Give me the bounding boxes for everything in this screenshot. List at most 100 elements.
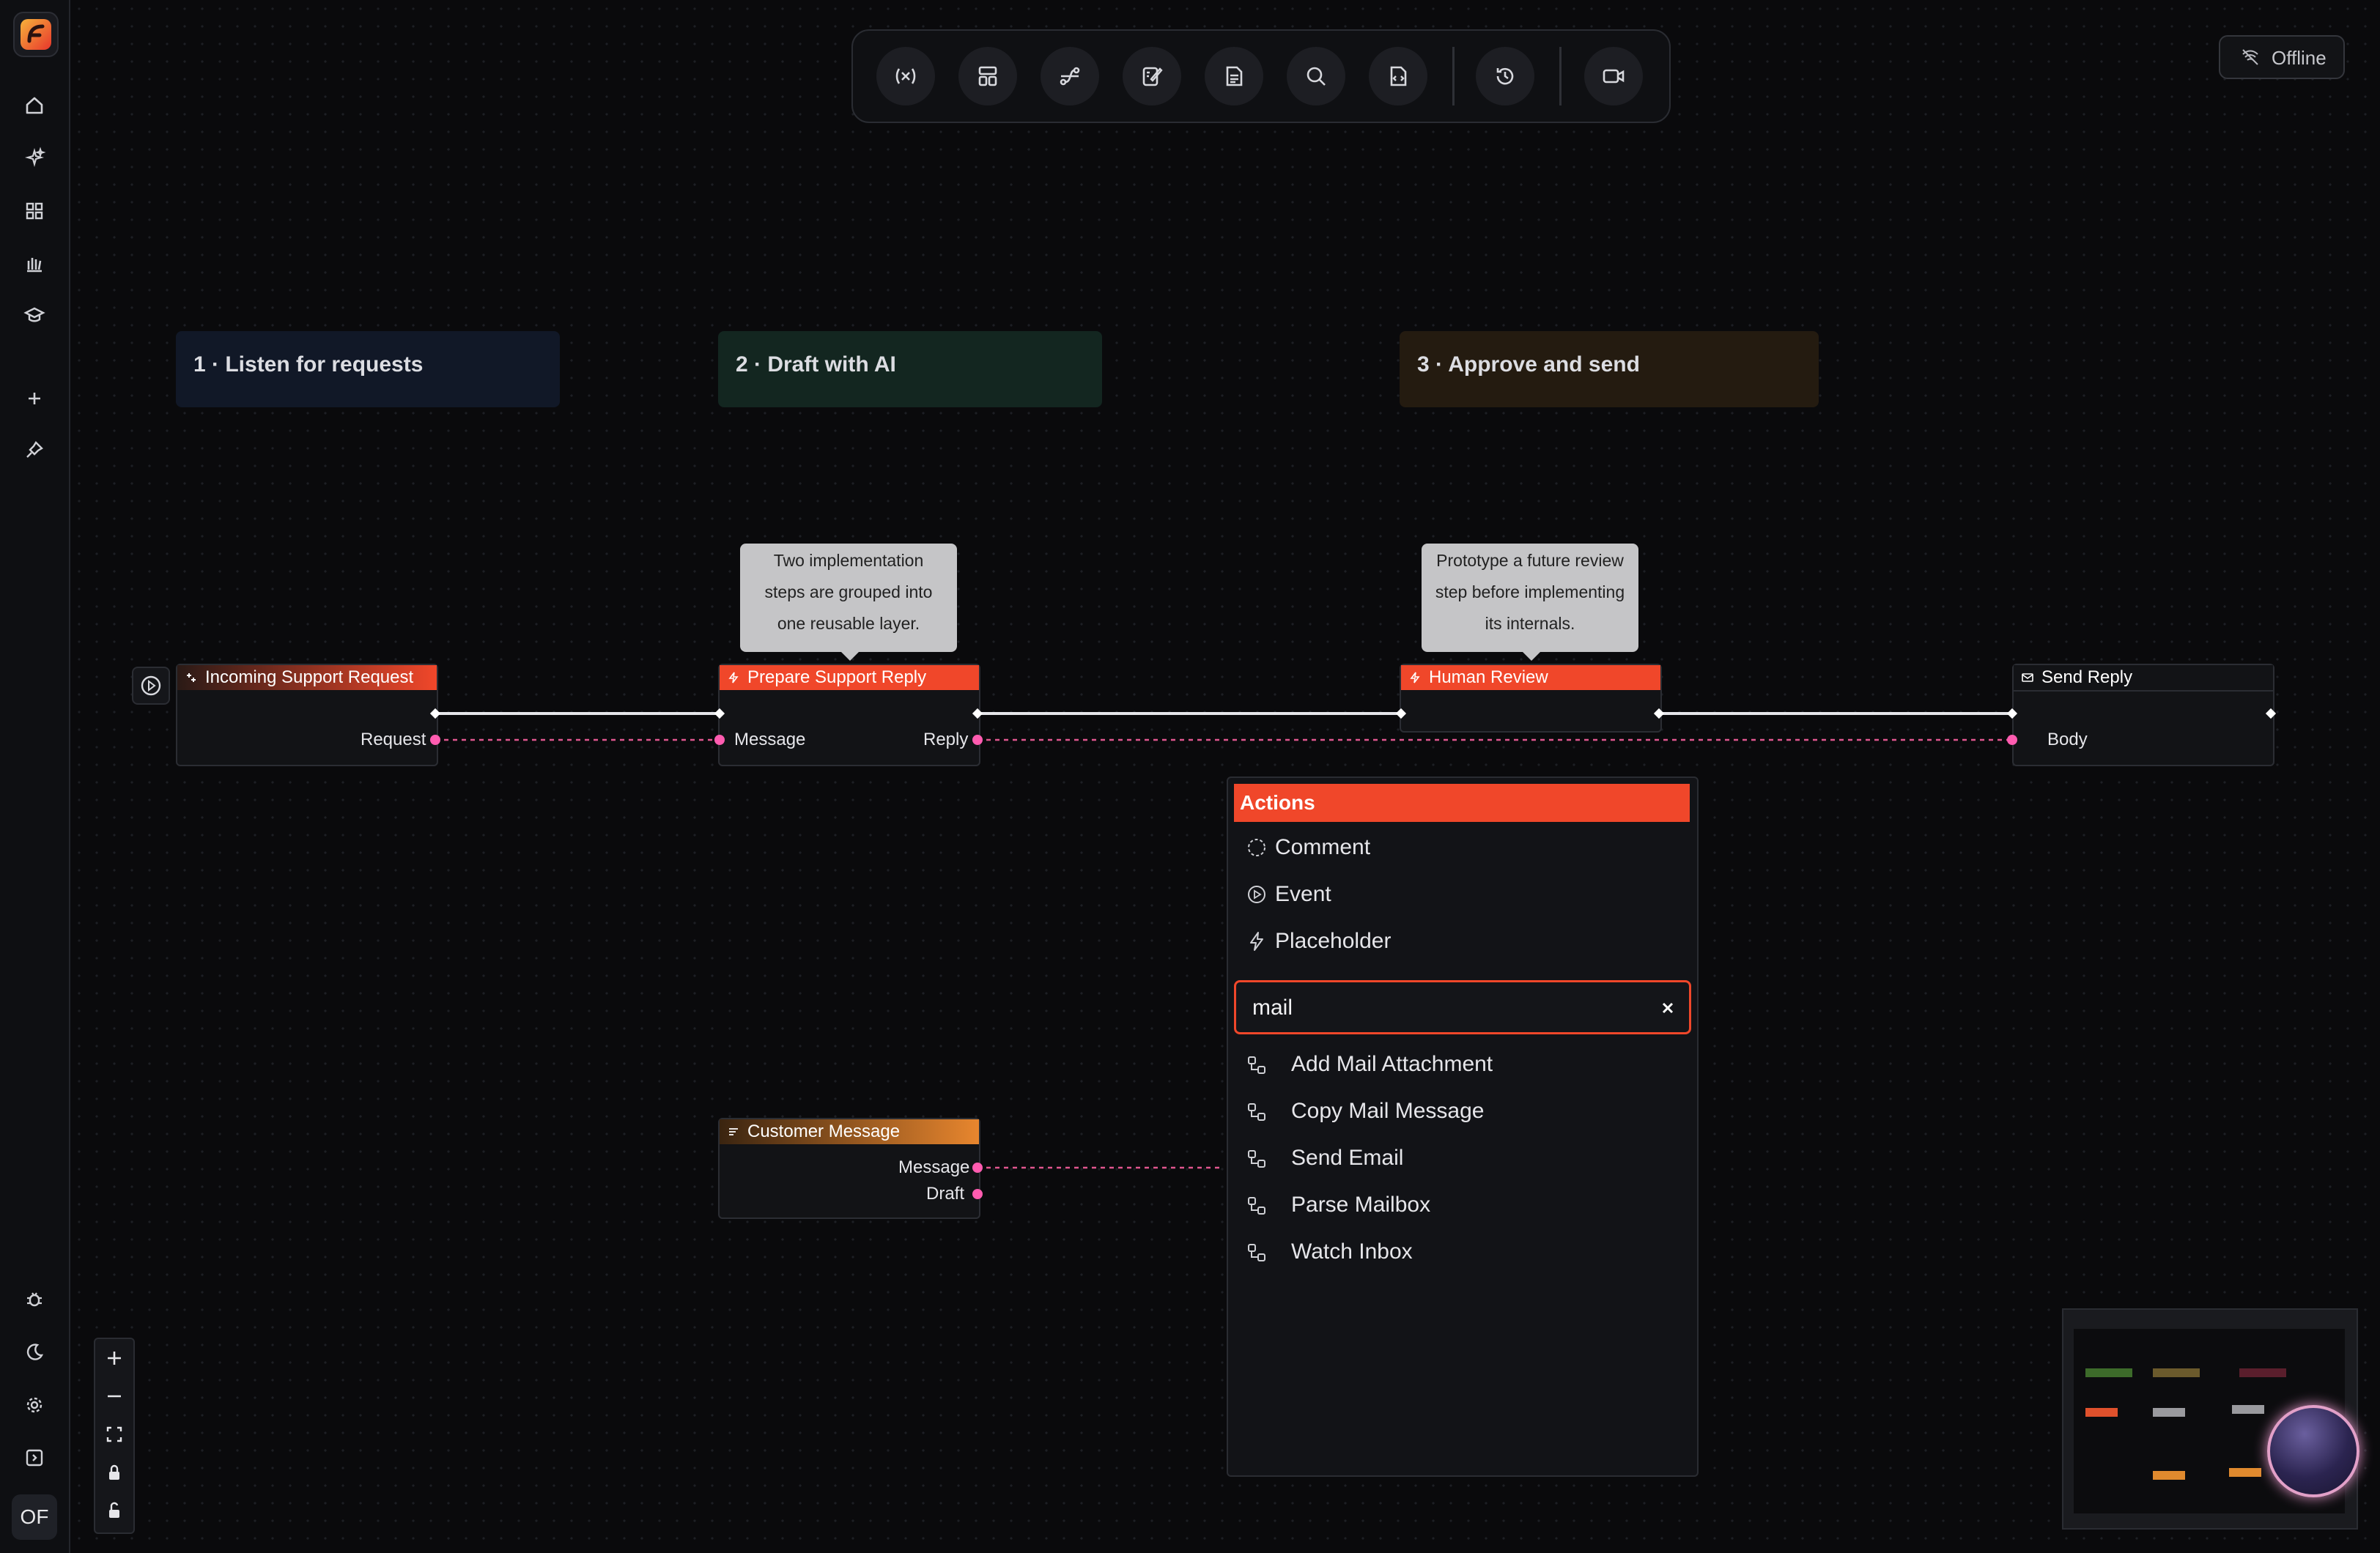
port-dot[interactable] <box>430 735 440 745</box>
node-incoming-support-request[interactable]: Incoming Support Request Request <box>176 664 438 766</box>
node-title: Send Reply <box>2041 667 2133 687</box>
minimap-node <box>2153 1408 2185 1417</box>
result-label: Send Email <box>1291 1146 1404 1170</box>
result-label: Parse Mailbox <box>1291 1193 1431 1217</box>
canvas-controls <box>94 1338 135 1534</box>
node-link-icon <box>1248 1103 1265 1121</box>
node-header: Customer Message <box>720 1119 979 1144</box>
video-button[interactable] <box>1584 47 1643 105</box>
menu-item-label: Placeholder <box>1275 929 1392 953</box>
run-trigger-button[interactable] <box>132 667 170 705</box>
variables-button[interactable] <box>876 47 935 105</box>
menu-item-label: Event <box>1275 882 1331 906</box>
node-link-icon <box>1248 1056 1265 1074</box>
node-prepare-support-reply[interactable]: Prepare Support Reply Message Reply <box>718 664 980 766</box>
fit-view-icon[interactable] <box>101 1421 128 1448</box>
port-label-draft: Draft <box>926 1184 965 1204</box>
menu-item-label: Comment <box>1275 835 1371 859</box>
minimap-node <box>2232 1405 2264 1414</box>
node-header: Send Reply <box>2014 665 2273 692</box>
node-link-icon <box>1248 1197 1265 1215</box>
route-icon <box>1060 67 1080 86</box>
connection-status-badge[interactable]: Offline <box>2219 35 2345 79</box>
node-header: Prepare Support Reply <box>720 665 979 690</box>
prepare-tooltip: Two implementation steps are grouped int… <box>740 544 957 661</box>
node-title: Customer Message <box>747 1122 901 1141</box>
node-customer-message[interactable]: Customer Message Message Draft <box>718 1118 980 1219</box>
video-icon <box>1603 69 1625 84</box>
mail-icon <box>2022 673 2033 682</box>
port-label-reply: Reply <box>923 730 969 749</box>
minimap-node <box>2085 1368 2132 1377</box>
result-label: Copy Mail Message <box>1291 1099 1485 1123</box>
unlock-icon[interactable] <box>101 1497 128 1524</box>
action-search-input[interactable] <box>1251 993 1635 1023</box>
port-dot[interactable] <box>972 1163 983 1173</box>
clear-search-icon[interactable] <box>1657 997 1679 1019</box>
port-label-message: Message <box>734 730 806 749</box>
node-human-review[interactable]: Human Review <box>1400 664 1662 733</box>
layout-button[interactable] <box>958 47 1017 105</box>
zoom-out-icon[interactable] <box>101 1383 128 1409</box>
result-label: Add Mail Attachment <box>1291 1052 1493 1076</box>
node-header: Incoming Support Request <box>177 665 437 690</box>
connection-status-label: Offline <box>2272 47 2327 69</box>
history-button[interactable] <box>1476 47 1534 105</box>
node-title: Human Review <box>1429 667 1548 687</box>
result-label: Watch Inbox <box>1291 1239 1413 1264</box>
play-circle-icon <box>1248 886 1265 903</box>
menu-title: Actions <box>1234 784 1690 822</box>
minimap-node <box>2085 1408 2118 1417</box>
group-draft[interactable]: 2 · Draft with AI <box>718 331 1102 407</box>
minimap-node <box>2229 1468 2261 1477</box>
node-link-icon <box>1248 1244 1265 1261</box>
port-dot[interactable] <box>2007 735 2017 745</box>
tooltip-line: one reusable layer. <box>777 614 920 633</box>
group-label: 3 · Approve and send <box>1417 352 1640 377</box>
route-button[interactable] <box>1041 47 1099 105</box>
notebook-edit-icon <box>1142 67 1163 86</box>
port-label-body: Body <box>2047 730 2088 749</box>
node-title: Incoming Support Request <box>205 667 414 687</box>
document-button[interactable] <box>1205 47 1263 105</box>
code-file-button[interactable] <box>1369 47 1427 105</box>
lock-icon[interactable] <box>101 1459 128 1486</box>
group-listen[interactable]: 1 · Listen for requests <box>176 331 560 407</box>
zoom-in-icon[interactable] <box>101 1345 128 1371</box>
group-label: 2 · Draft with AI <box>736 352 896 377</box>
actions-menu: Actions Comment Event Placeholder Add Ma… <box>1227 776 1699 1477</box>
play-circle-icon <box>141 675 161 696</box>
node-send-reply[interactable]: Send Reply Body <box>2012 664 2274 766</box>
notebook-edit-button[interactable] <box>1123 47 1181 105</box>
search-icon <box>1307 67 1326 86</box>
port-dot[interactable] <box>972 1189 983 1199</box>
variables-icon <box>895 68 916 84</box>
review-tooltip: Prototype a future review step before im… <box>1422 544 1638 661</box>
group-approve[interactable]: 3 · Approve and send <box>1400 331 1819 407</box>
layout-icon <box>978 66 997 86</box>
node-header: Human Review <box>1401 665 1660 690</box>
minimap-node <box>2153 1471 2185 1480</box>
tooltip-line: Two implementation <box>773 551 924 570</box>
toolbar-separator <box>1452 47 1455 105</box>
code-file-icon <box>1390 66 1407 86</box>
tooltip-line: step before implementing <box>1435 582 1625 601</box>
lightning-icon <box>1250 932 1263 951</box>
port-dot[interactable] <box>972 735 983 745</box>
group-label: 1 · Listen for requests <box>193 352 424 377</box>
minimap-node <box>2153 1368 2200 1377</box>
action-search-field[interactable] <box>1234 980 1691 1034</box>
toolbar-separator <box>1559 47 1562 105</box>
minimap-node <box>2239 1368 2286 1377</box>
document-icon <box>1226 66 1243 86</box>
link-icon <box>187 673 196 682</box>
search-button[interactable] <box>1287 47 1345 105</box>
node-title: Prepare Support Reply <box>747 667 927 687</box>
comment-dashed-circle-icon <box>1248 839 1265 856</box>
assistant-orb-button[interactable] <box>2267 1405 2359 1497</box>
tooltip-line: steps are grouped into <box>764 582 933 601</box>
history-icon <box>1496 67 1514 85</box>
port-dot[interactable] <box>714 735 725 745</box>
tooltip-line: its internals. <box>1485 614 1575 633</box>
text-lines-icon <box>729 1128 738 1135</box>
